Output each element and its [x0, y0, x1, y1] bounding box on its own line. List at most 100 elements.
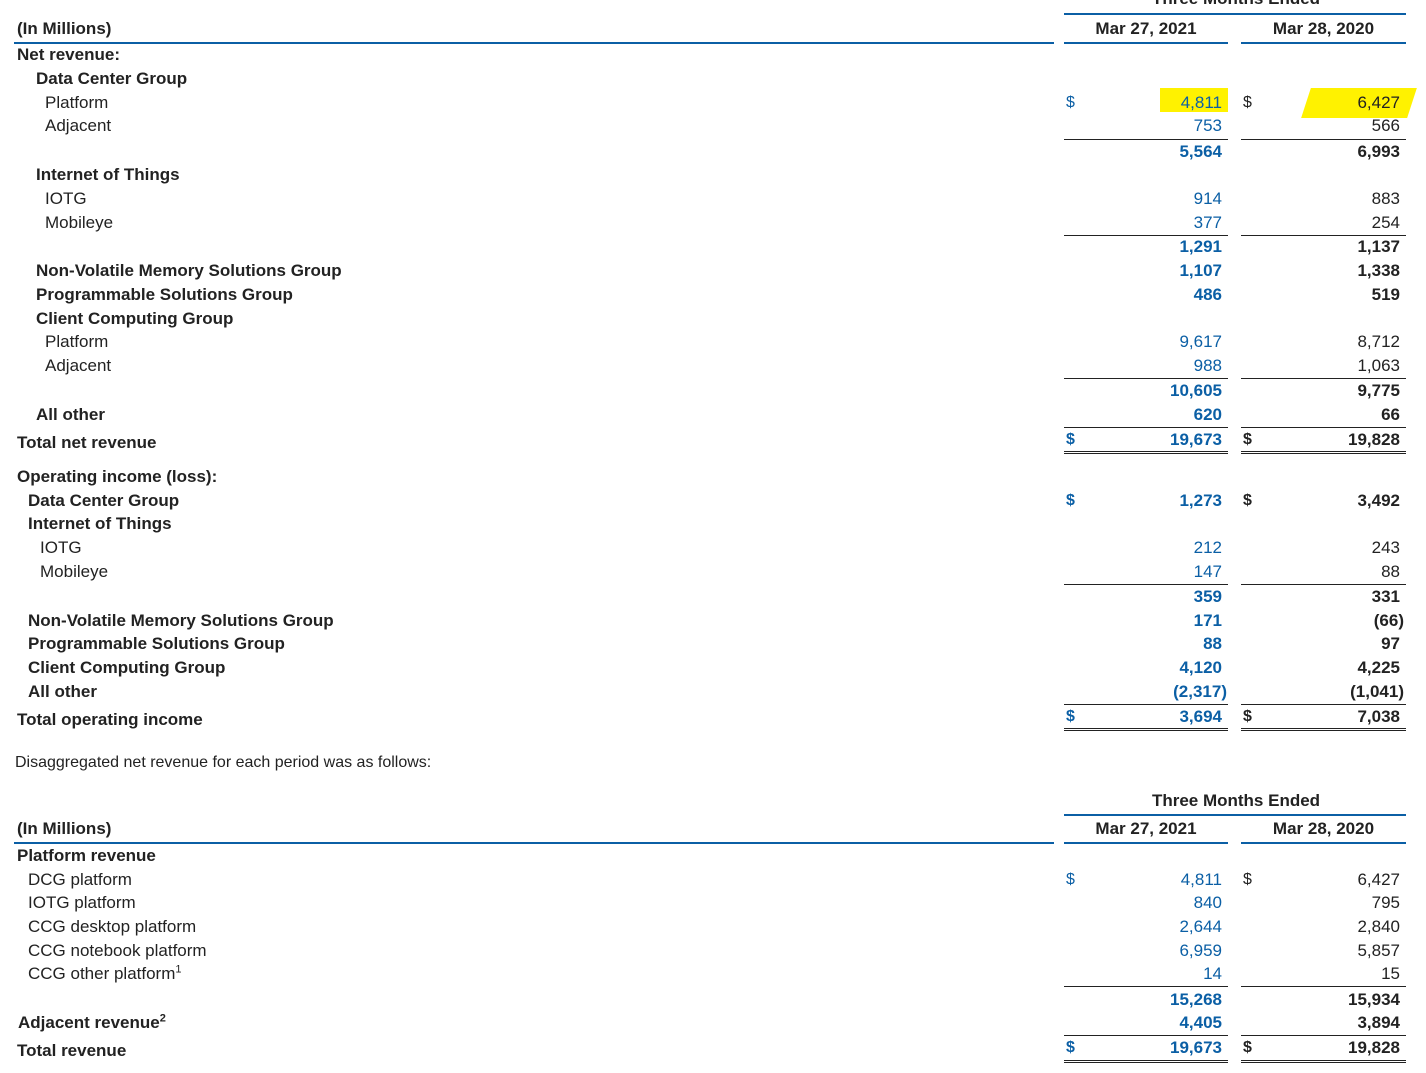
cell-value: 3,492 — [1357, 491, 1400, 510]
total-rule — [1241, 427, 1406, 428]
cell-value: 840 — [1193, 893, 1222, 912]
cell-value: 4,225 — [1357, 658, 1400, 677]
total-label: Total operating income — [17, 710, 203, 729]
header-rule-label — [14, 42, 1054, 44]
cell-value: 4,405 — [1179, 1013, 1222, 1032]
group-header-rule — [1064, 13, 1406, 15]
row-label: IOTG platform — [28, 893, 136, 912]
row-label: Platform — [45, 332, 109, 351]
col2-header: Mar 28, 2020 — [1272, 19, 1375, 38]
header-rule-col2 — [1241, 842, 1406, 844]
cell-value: 4,120 — [1179, 658, 1222, 677]
double-rule — [1241, 728, 1406, 733]
cell-value: 9,617 — [1179, 332, 1222, 351]
total-value: 7,038 — [1357, 707, 1400, 726]
double-rule — [1241, 451, 1406, 456]
cell-value: 753 — [1193, 116, 1222, 135]
double-rule — [1064, 1060, 1228, 1065]
cell-value: 2,644 — [1179, 917, 1222, 936]
cell-value: (66) — [1373, 611, 1404, 630]
row-label: All other — [36, 405, 105, 424]
total-value: 19,673 — [1170, 1038, 1222, 1057]
cell-value: 88 — [1381, 562, 1400, 581]
subtotal-rule — [1241, 986, 1406, 987]
total-label: Total net revenue — [17, 433, 157, 452]
cell-value: 4,811 — [1180, 870, 1222, 889]
header-rule-col1 — [1064, 842, 1228, 844]
total-value: 19,673 — [1170, 430, 1222, 449]
row-label-with-footnote: CCG other platform1 — [28, 964, 182, 984]
cell-value: 2,840 — [1357, 917, 1400, 936]
row-label: Data Center Group — [28, 491, 180, 510]
row-label: Adjacent revenue — [18, 1013, 160, 1032]
row-label: DCG platform — [28, 870, 132, 889]
cell-value: 1,338 — [1357, 261, 1400, 280]
subtotal-rule — [1064, 378, 1228, 379]
subtotal-rule — [1241, 378, 1406, 379]
row-label: Adjacent — [45, 116, 112, 135]
cell-value: 14 — [1203, 964, 1222, 983]
cell-value: 6,959 — [1179, 941, 1222, 960]
row-label: CCG desktop platform — [28, 917, 197, 936]
cell-value: 519 — [1371, 285, 1400, 304]
total-rule — [1241, 1035, 1406, 1036]
subtotal-rule — [1241, 235, 1406, 236]
cell-value: 147 — [1193, 562, 1222, 581]
subtotal-value: 359 — [1193, 587, 1222, 606]
cell-value: 4,811 — [1180, 93, 1222, 112]
row-label: Non-Volatile Memory Solutions Group — [28, 611, 334, 630]
subtotal-rule — [1241, 139, 1406, 140]
header-rule-col1 — [1064, 42, 1228, 44]
row-label: Programmable Solutions Group — [28, 634, 285, 653]
cell-value: 88 — [1203, 634, 1222, 653]
platform-revenue-heading: Platform revenue — [17, 846, 156, 865]
footnote-marker: 2 — [159, 1012, 166, 1025]
footnote-marker: 1 — [175, 963, 182, 976]
op-income-heading: Operating income (loss): — [17, 467, 218, 486]
cell-value: 1,063 — [1357, 356, 1400, 375]
row-label: All other — [28, 682, 97, 701]
subtotal-value: 5,564 — [1179, 142, 1222, 161]
col1-header: Mar 27, 2021 — [1095, 19, 1197, 38]
cell-value: 243 — [1371, 538, 1400, 557]
total-rule — [1064, 1035, 1228, 1036]
ccg-heading: Client Computing Group — [36, 309, 234, 328]
units-label: (In Millions) — [17, 19, 112, 38]
subtotal-value: 331 — [1371, 587, 1400, 606]
cell-value: 6,427 — [1357, 870, 1400, 889]
cell-value: 1,107 — [1179, 261, 1222, 280]
group-header: Three Months Ended — [1151, 791, 1321, 810]
row-label: Non-Volatile Memory Solutions Group — [36, 261, 342, 280]
subtotal-value: 1,291 — [1179, 237, 1222, 256]
cell-value: (1,041) — [1350, 682, 1404, 701]
cell-value: 6,427 — [1357, 93, 1400, 112]
subtotal-value: 15,268 — [1170, 990, 1222, 1009]
group-header: Three Months Ended — [1066, 0, 1406, 9]
row-label: Mobileye — [45, 213, 114, 232]
cell-value: 486 — [1193, 285, 1222, 304]
total-value: 19,828 — [1348, 430, 1400, 449]
cell-value: 795 — [1371, 893, 1400, 912]
op-iot-heading: Internet of Things — [28, 514, 172, 533]
cell-value: 1,273 — [1179, 491, 1222, 510]
row-label: Platform — [45, 93, 109, 112]
row-label: IOTG — [40, 538, 82, 557]
row-label-with-footnote: Adjacent revenue2 — [18, 1013, 166, 1033]
subtotal-rule — [1064, 986, 1228, 987]
row-label: Mobileye — [40, 562, 109, 581]
cell-value: 883 — [1371, 189, 1400, 208]
double-rule — [1064, 451, 1228, 456]
total-label: Total revenue — [17, 1041, 127, 1060]
header-rule-label — [14, 842, 1054, 844]
subtotal-rule — [1241, 584, 1406, 585]
subtotal-value: 6,993 — [1357, 142, 1400, 161]
cell-value: 914 — [1193, 189, 1222, 208]
row-label: IOTG — [45, 189, 87, 208]
cell-value: 254 — [1371, 213, 1400, 232]
double-rule — [1064, 728, 1228, 733]
cell-value: 377 — [1193, 213, 1222, 232]
cell-value: 66 — [1381, 405, 1400, 424]
dcg-heading: Data Center Group — [36, 69, 188, 88]
cell-value: 171 — [1193, 611, 1222, 630]
cell-value: 15 — [1381, 964, 1400, 983]
